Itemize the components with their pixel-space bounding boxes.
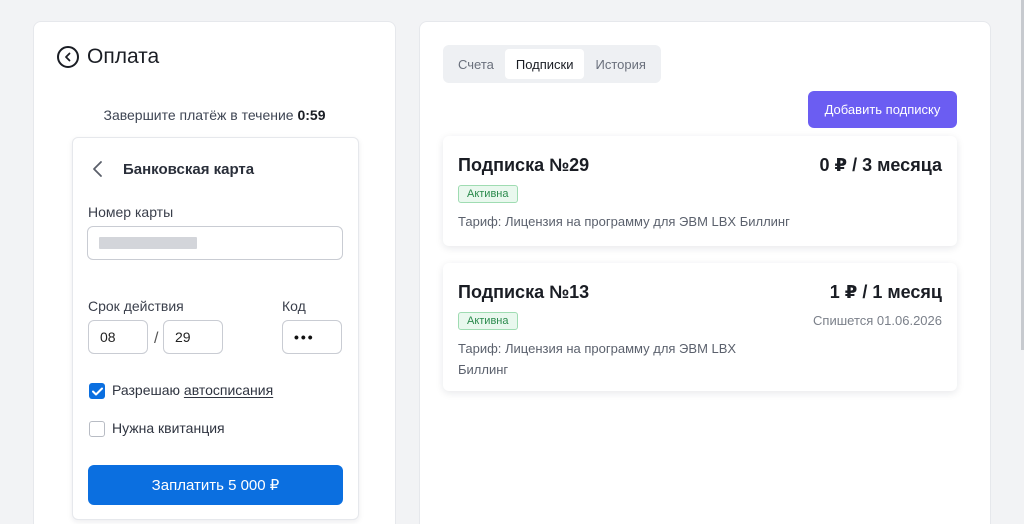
tab-subscriptions[interactable]: Подписки bbox=[504, 49, 585, 79]
subscriptions-panel: Счета Подписки История Добавить подписку… bbox=[419, 21, 991, 524]
payment-method-title: Банковская карта bbox=[123, 161, 255, 178]
tariff-line: Биллинг bbox=[458, 362, 509, 377]
status-badge: Активна bbox=[458, 312, 518, 330]
autopay-label: Разрешаю автосписания bbox=[112, 382, 273, 398]
subscription-tariff: Тариф: Лицензия на программу для ЭВМ LBX… bbox=[458, 214, 790, 229]
payment-timer: Завершите платёж в течение 0:59 bbox=[34, 107, 395, 123]
checkmark-icon bbox=[91, 387, 103, 395]
receipt-label: Нужна квитанция bbox=[112, 420, 225, 436]
subscription-tariff: Тариф: Лицензия на программу для ЭВМ LBX… bbox=[458, 338, 736, 380]
expiry-separator: / bbox=[154, 330, 159, 347]
subscription-card[interactable]: Подписка №13 1 ₽ / 1 месяц Активна Спише… bbox=[443, 263, 957, 391]
cvv-label: Код bbox=[282, 298, 306, 314]
card-number-mask bbox=[99, 237, 197, 249]
expiry-month-input[interactable]: 08 bbox=[88, 320, 148, 354]
card-number-label: Номер карты bbox=[88, 204, 174, 220]
tariff-line: Тариф: Лицензия на программу для ЭВМ LBX bbox=[458, 341, 737, 356]
page-title: Оплата bbox=[87, 45, 160, 68]
autopay-prefix: Разрешаю bbox=[112, 382, 184, 398]
tab-bar: Счета Подписки История bbox=[443, 45, 661, 83]
charge-date: Спишется 01.06.2026 bbox=[813, 313, 942, 328]
tab-invoices[interactable]: Счета bbox=[447, 49, 505, 79]
autopay-checkbox[interactable] bbox=[89, 383, 105, 399]
subscription-price: 0 ₽ / 3 месяца bbox=[819, 155, 942, 175]
expiry-label: Срок действия bbox=[88, 298, 184, 314]
subscription-card[interactable]: Подписка №29 0 ₽ / 3 месяца Активна Тари… bbox=[443, 136, 957, 246]
chevron-left-icon[interactable] bbox=[91, 160, 105, 178]
cvv-value: ••• bbox=[294, 329, 315, 345]
expiry-year-input[interactable]: 29 bbox=[163, 320, 223, 354]
receipt-checkbox[interactable] bbox=[89, 421, 105, 437]
card-form: Банковская карта Номер карты Срок действ… bbox=[72, 137, 359, 520]
payment-panel: Оплата Завершите платёж в течение 0:59 Б… bbox=[33, 21, 396, 524]
timer-prefix: Завершите платёж в течение bbox=[103, 107, 298, 123]
tab-history[interactable]: История bbox=[584, 49, 656, 79]
subscription-name: Подписка №13 bbox=[458, 282, 590, 302]
cvv-input[interactable]: ••• bbox=[282, 320, 342, 354]
timer-value: 0:59 bbox=[297, 107, 326, 123]
pay-button[interactable]: Заплатить 5 000 ₽ bbox=[88, 465, 343, 505]
subscription-name: Подписка №29 bbox=[458, 155, 590, 175]
card-number-input[interactable] bbox=[87, 226, 343, 260]
back-icon[interactable] bbox=[57, 46, 79, 68]
autopay-link[interactable]: автосписания bbox=[184, 382, 273, 398]
subscription-price: 1 ₽ / 1 месяц bbox=[829, 282, 942, 302]
add-subscription-button[interactable]: Добавить подписку bbox=[808, 91, 957, 128]
status-badge: Активна bbox=[458, 185, 518, 203]
